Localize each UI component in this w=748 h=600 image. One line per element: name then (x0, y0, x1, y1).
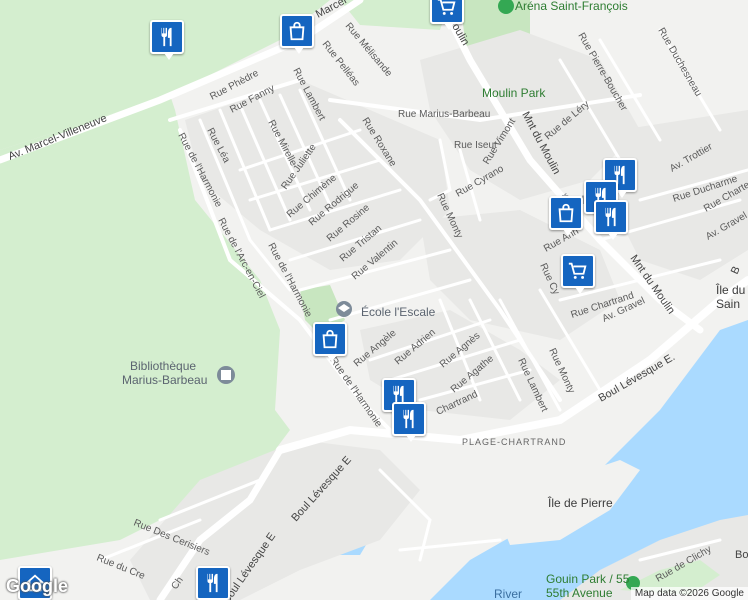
map-attribution[interactable]: Map data ©2026 Google (630, 587, 748, 600)
restaurant-icon (161, 27, 172, 47)
label-plage-chartrand: PLAGE-CHARTRAND (462, 437, 566, 447)
marker-shopping-bag-icon[interactable] (280, 14, 314, 54)
marker-restaurant-icon[interactable] (196, 566, 230, 600)
google-logo[interactable]: Google (6, 576, 68, 597)
label-bibliotheque-2: Marius-Barbeau (122, 373, 207, 387)
shopping-cart-icon (437, 0, 456, 15)
marker-shopping-cart-icon[interactable] (430, 0, 464, 30)
map-canvas[interactable]: Av. Marcel-Villeneuve Marcel- Rue Mélisa… (0, 0, 748, 600)
label-ile-de-pierre: Île de Pierre (547, 495, 613, 510)
restaurant-icon (207, 573, 218, 593)
marker-shopping-bag-icon[interactable] (549, 196, 583, 236)
label-ile-du-1: Île du (715, 282, 745, 297)
marker-shopping-bag-icon[interactable] (313, 322, 347, 362)
label-arena: Aréna Saint-François (515, 0, 628, 13)
shopping-bag-icon (322, 329, 338, 349)
marker-restaurant-icon[interactable] (594, 200, 628, 240)
label-gouin-1: Gouin Park / 55 (546, 572, 630, 586)
marker-restaurant-icon[interactable] (392, 402, 426, 442)
restaurant-icon (403, 409, 414, 429)
label-gouin-2: 55th Avenue (546, 586, 613, 600)
map-base-layer: Av. Marcel-Villeneuve Marcel- Rue Mélisa… (0, 0, 748, 600)
label-rue-marius-barbeau: Rue Marius-Barbeau (398, 109, 490, 120)
shopping-bag-icon (558, 203, 574, 223)
shopping-bag-icon (289, 21, 305, 41)
marker-restaurant-icon[interactable] (150, 20, 184, 60)
marker-shopping-cart-icon[interactable] (561, 254, 595, 294)
label-moulin-park: Moulin Park (482, 86, 546, 100)
label-ile-du-2: Sain (716, 297, 740, 311)
restaurant-icon (605, 207, 616, 227)
label-bibliotheque-1: Bibliothèque (130, 359, 196, 373)
label-ecole-escale: École l'Escale (361, 304, 436, 319)
shopping-cart-icon (568, 262, 587, 279)
label-bo-right: Bo (735, 549, 748, 561)
label-river: River (494, 587, 522, 600)
